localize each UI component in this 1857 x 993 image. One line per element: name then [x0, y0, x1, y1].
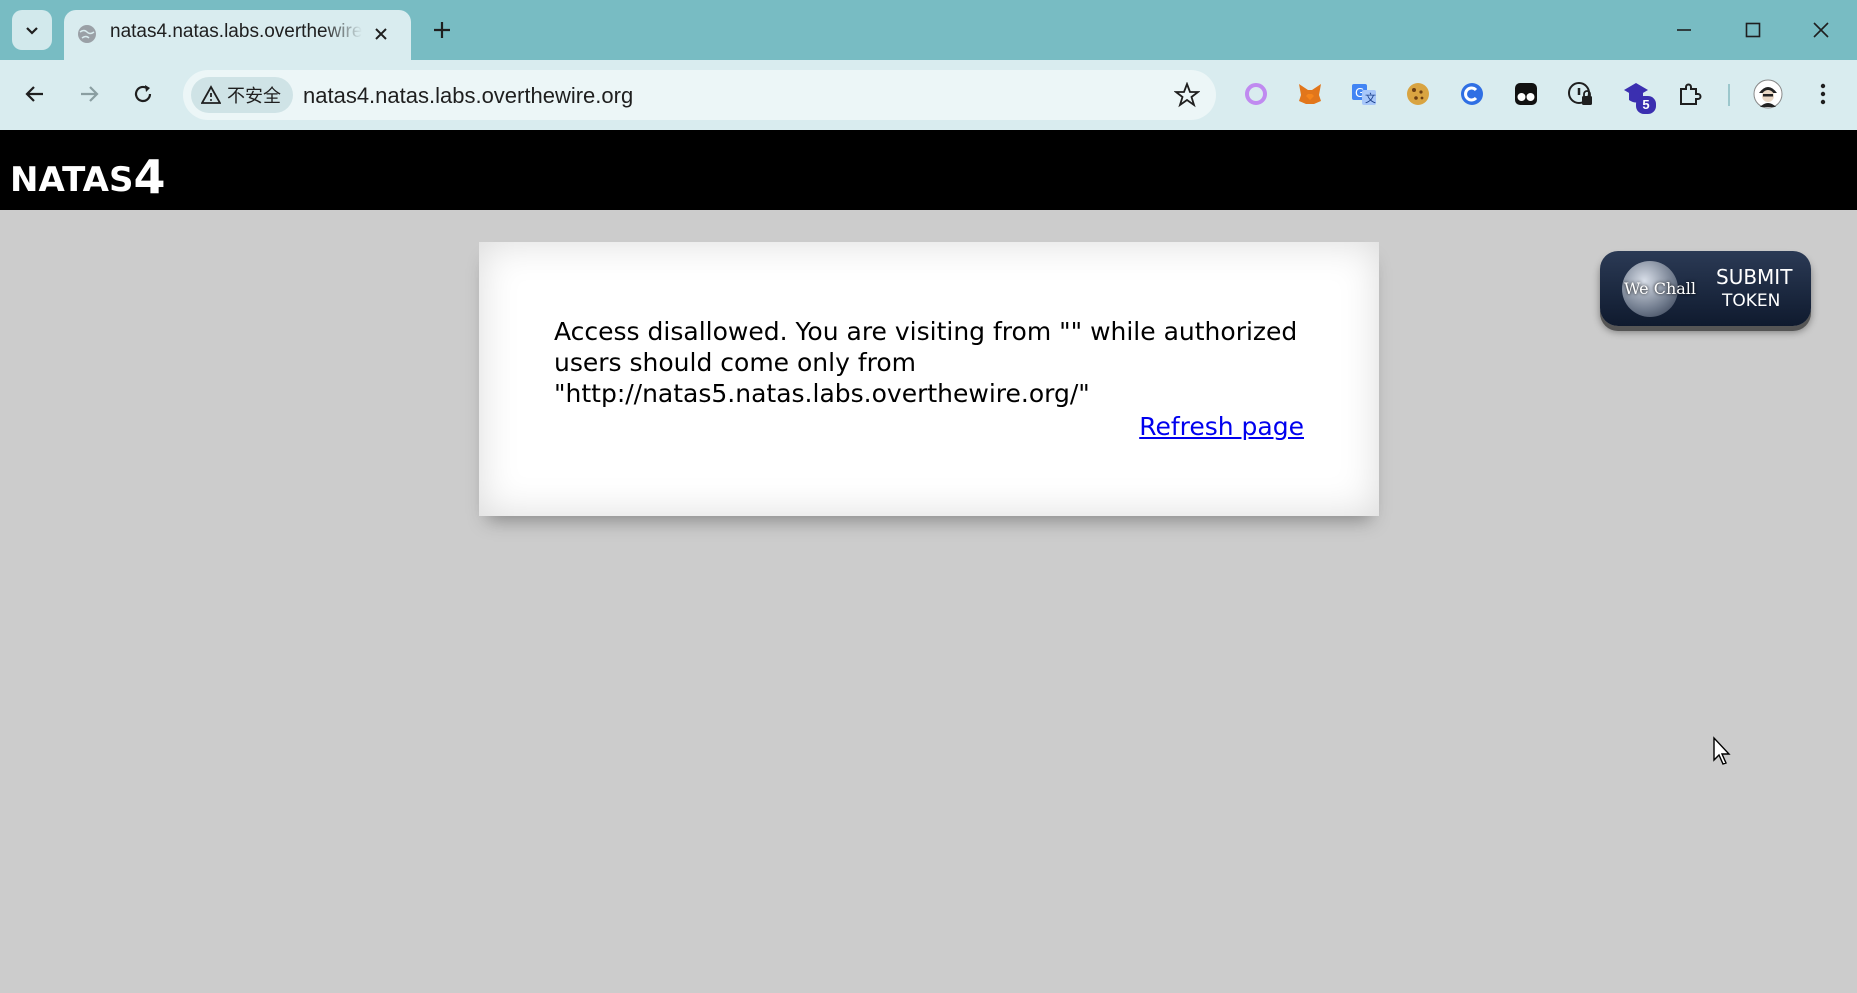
security-chip[interactable]: 不安全 [191, 77, 293, 113]
reload-button[interactable] [125, 76, 161, 112]
wechall-label: We Chall [1624, 279, 1697, 298]
refresh-page-link[interactable]: Refresh page [1139, 412, 1304, 441]
password-manager-icon[interactable] [1564, 78, 1596, 110]
maximize-button[interactable] [1737, 14, 1769, 46]
chevron-down-icon [26, 27, 38, 35]
reload-icon [134, 85, 152, 103]
profile-avatar[interactable] [1752, 78, 1784, 110]
page-viewport: NATAS4 Access disallowed. You are visiti… [0, 130, 1857, 993]
tab-title: natas4.natas.labs.overthewire.org [110, 21, 362, 42]
close-icon [375, 28, 387, 40]
svg-text:文: 文 [1365, 91, 1376, 105]
minimize-button[interactable] [1668, 14, 1700, 46]
translate-icon[interactable]: G文 [1348, 78, 1380, 110]
browser-tab[interactable]: natas4.natas.labs.overthewire.org [64, 10, 411, 60]
extensions-puzzle-icon[interactable] [1674, 78, 1706, 110]
tampermonkey-icon[interactable] [1510, 78, 1542, 110]
logo-text: NATAS [10, 160, 134, 200]
more-vertical-icon [1820, 83, 1826, 105]
access-message: Access disallowed. You are visiting from… [554, 317, 1298, 408]
submit-label: SUBMIT [1716, 265, 1793, 289]
minimize-icon [1677, 29, 1691, 31]
natas-header: NATAS4 [0, 130, 1857, 210]
maximize-icon [1745, 22, 1761, 38]
metamask-fox-icon[interactable] [1294, 78, 1326, 110]
globe-icon [78, 25, 96, 43]
blue-c-extension-icon[interactable] [1456, 78, 1488, 110]
forward-button[interactable] [71, 76, 107, 112]
warning-icon [201, 85, 221, 104]
natas-logo: NATAS4 [10, 148, 166, 204]
toolbar-separator [1728, 84, 1730, 106]
token-label: TOKEN [1722, 291, 1781, 311]
close-icon [1813, 22, 1829, 38]
address-bar[interactable]: 不安全 natas4.natas.labs.overthewire.org [183, 70, 1216, 120]
close-window-button[interactable] [1805, 14, 1837, 46]
browser-menu-button[interactable] [1807, 78, 1839, 110]
logo-level-number: 4 [133, 150, 166, 204]
plus-icon [434, 22, 450, 38]
tab-close-button[interactable] [369, 22, 393, 46]
mouse-cursor-icon [1713, 736, 1731, 765]
content-box: Access disallowed. You are visiting from… [479, 242, 1379, 516]
back-button[interactable] [17, 76, 53, 112]
graduation-cap-extension-icon[interactable]: 5 [1620, 78, 1656, 114]
arrow-left-icon [25, 86, 43, 102]
new-tab-button[interactable] [428, 16, 456, 44]
submit-token-button[interactable]: We Chall SUBMIT TOKEN [1600, 251, 1811, 326]
security-label: 不安全 [227, 86, 281, 106]
browser-toolbar: 不安全 natas4.natas.labs.overthewire.org G文… [0, 60, 1857, 130]
tab-search-button[interactable] [12, 10, 52, 50]
cookie-icon[interactable] [1402, 78, 1434, 110]
bookmark-star-icon[interactable] [1174, 82, 1200, 108]
arrow-right-icon [81, 86, 99, 102]
extension-ring-icon[interactable] [1240, 78, 1272, 110]
url-text[interactable]: natas4.natas.labs.overthewire.org [303, 83, 633, 109]
browser-titlebar: natas4.natas.labs.overthewire.org [0, 0, 1857, 60]
extension-badge: 5 [1636, 96, 1656, 114]
